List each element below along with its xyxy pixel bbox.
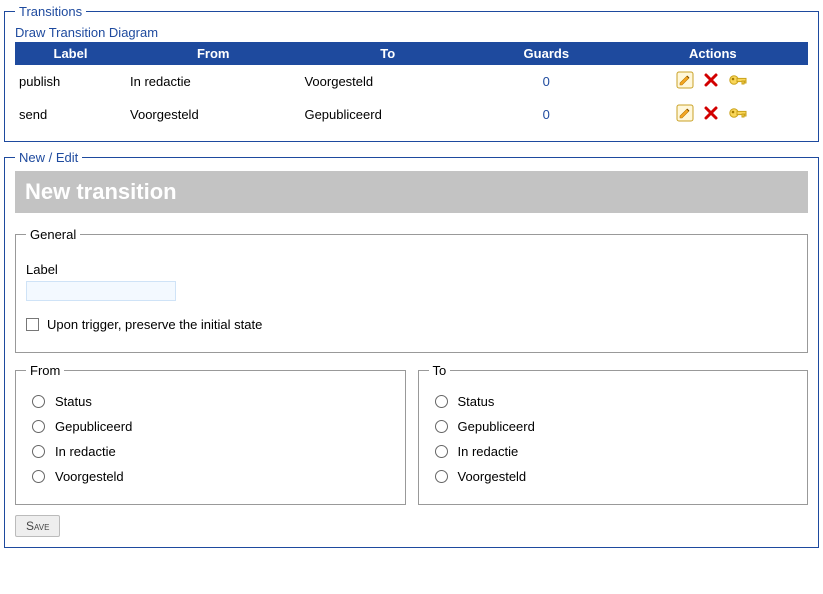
- from-option-label: Status: [55, 394, 92, 409]
- radio-icon: [435, 420, 448, 433]
- radio-icon: [435, 470, 448, 483]
- radio-icon: [32, 445, 45, 458]
- from-option[interactable]: In redactie: [32, 444, 389, 459]
- to-option-label: Status: [458, 394, 495, 409]
- cell-actions: [618, 65, 808, 98]
- from-option[interactable]: Voorgesteld: [32, 469, 389, 484]
- from-option[interactable]: Gepubliceerd: [32, 419, 389, 434]
- to-option[interactable]: Voorgesteld: [435, 469, 792, 484]
- col-guards: Guards: [475, 42, 618, 65]
- radio-icon: [32, 470, 45, 483]
- col-to: To: [300, 42, 474, 65]
- new-edit-fieldset: New / Edit New transition General Label …: [4, 150, 819, 548]
- transitions-legend: Transitions: [15, 4, 86, 19]
- preserve-state-label: Upon trigger, preserve the initial state: [47, 317, 262, 332]
- general-legend: General: [26, 227, 80, 242]
- transitions-table: Label From To Guards Actions publish In …: [15, 42, 808, 131]
- from-fieldset: From Status Gepubliceerd In redactie Voo…: [15, 363, 406, 505]
- new-edit-legend: New / Edit: [15, 150, 82, 165]
- radio-icon: [435, 445, 448, 458]
- label-field-label: Label: [26, 262, 797, 277]
- from-option-label: In redactie: [55, 444, 116, 459]
- save-button[interactable]: Save: [15, 515, 60, 537]
- to-option-label: In redactie: [458, 444, 519, 459]
- col-from: From: [126, 42, 300, 65]
- cell-guards[interactable]: 0: [475, 98, 618, 131]
- cell-from: In redactie: [126, 65, 300, 98]
- from-option-label: Voorgesteld: [55, 469, 124, 484]
- preserve-state-checkbox[interactable]: [26, 318, 39, 331]
- key-icon[interactable]: [727, 71, 749, 92]
- cell-label: publish: [15, 65, 126, 98]
- cell-from: Voorgesteld: [126, 98, 300, 131]
- delete-icon[interactable]: [702, 104, 720, 125]
- cell-to: Gepubliceerd: [300, 98, 474, 131]
- col-label: Label: [15, 42, 126, 65]
- cell-label: send: [15, 98, 126, 131]
- cell-guards[interactable]: 0: [475, 65, 618, 98]
- to-option-label: Voorgesteld: [458, 469, 527, 484]
- from-legend: From: [26, 363, 64, 378]
- to-legend: To: [429, 363, 451, 378]
- delete-icon[interactable]: [702, 71, 720, 92]
- table-row: publish In redactie Voorgesteld 0: [15, 65, 808, 98]
- table-row: send Voorgesteld Gepubliceerd 0: [15, 98, 808, 131]
- radio-icon: [32, 420, 45, 433]
- col-actions: Actions: [618, 42, 808, 65]
- radio-icon: [32, 395, 45, 408]
- transitions-fieldset: Transitions Draw Transition Diagram Labe…: [4, 4, 819, 142]
- from-option-label: Gepubliceerd: [55, 419, 132, 434]
- to-option[interactable]: Status: [435, 394, 792, 409]
- label-input[interactable]: [26, 281, 176, 301]
- to-option[interactable]: In redactie: [435, 444, 792, 459]
- cell-to: Voorgesteld: [300, 65, 474, 98]
- edit-icon[interactable]: [676, 104, 694, 125]
- draw-diagram-link[interactable]: Draw Transition Diagram: [15, 25, 808, 40]
- cell-actions: [618, 98, 808, 131]
- to-option[interactable]: Gepubliceerd: [435, 419, 792, 434]
- edit-icon[interactable]: [676, 71, 694, 92]
- key-icon[interactable]: [727, 104, 749, 125]
- to-fieldset: To Status Gepubliceerd In redactie Voorg…: [418, 363, 809, 505]
- from-option[interactable]: Status: [32, 394, 389, 409]
- new-transition-heading: New transition: [15, 171, 808, 213]
- general-fieldset: General Label Upon trigger, preserve the…: [15, 227, 808, 353]
- to-option-label: Gepubliceerd: [458, 419, 535, 434]
- radio-icon: [435, 395, 448, 408]
